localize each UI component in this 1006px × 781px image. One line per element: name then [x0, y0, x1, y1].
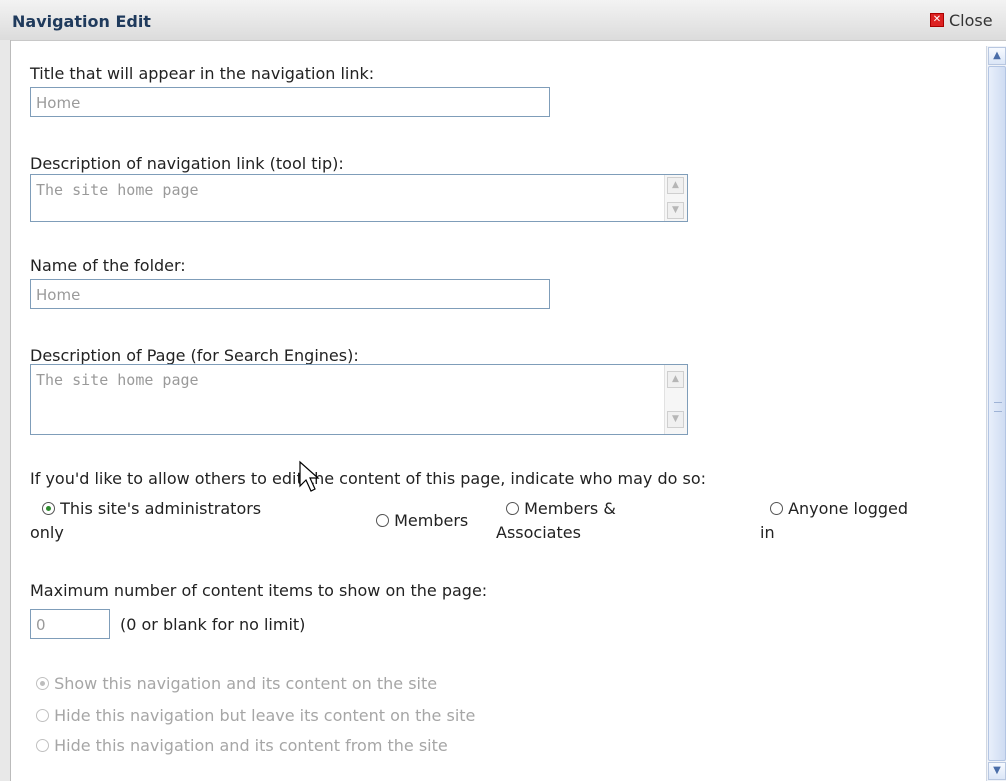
permission-option-anyone[interactable]: Anyone logged in	[760, 497, 908, 545]
chevron-up-icon[interactable]: ▲	[988, 47, 1006, 65]
page-description-value: The site home page	[36, 371, 199, 389]
radio-button[interactable]	[506, 502, 519, 515]
permission-option-label: only	[30, 523, 64, 542]
permission-option-label: Associates	[496, 523, 581, 542]
chevron-down-icon[interactable]: ▼	[667, 411, 684, 428]
folder-input[interactable]: Home	[30, 279, 550, 309]
permission-option-admins[interactable]: This site's administrators only	[30, 497, 261, 545]
tooltip-textarea[interactable]: The site home page ▲ ▼	[30, 174, 688, 222]
page-description-textarea[interactable]: The site home page ▲ ▼	[30, 364, 688, 435]
page-description-label: Description of Page (for Search Engines)…	[30, 346, 359, 365]
chevron-down-icon[interactable]: ▼	[988, 762, 1006, 780]
radio-button[interactable]	[36, 739, 49, 752]
dialog-titlebar: Navigation Edit ✕ Close	[0, 0, 1006, 41]
close-button[interactable]: ✕ Close	[930, 10, 993, 30]
max-items-label: Maximum number of content items to show …	[30, 581, 488, 600]
visibility-option-hide-nav[interactable]: Hide this navigation but leave its conte…	[36, 704, 475, 728]
visibility-option-label: Hide this navigation but leave its conte…	[54, 706, 476, 725]
permissions-label: If you'd like to allow others to edit th…	[30, 469, 706, 488]
close-icon[interactable]: ✕	[930, 13, 944, 27]
radio-button[interactable]	[770, 502, 783, 515]
radio-button[interactable]	[36, 677, 49, 690]
chevron-up-icon[interactable]: ▲	[667, 371, 684, 388]
title-input[interactable]: Home	[30, 87, 550, 117]
chevron-down-icon[interactable]: ▼	[667, 202, 684, 219]
folder-field-label: Name of the folder:	[30, 256, 186, 275]
visibility-option-show[interactable]: Show this navigation and its content on …	[36, 672, 437, 696]
visibility-option-label: Show this navigation and its content on …	[54, 674, 438, 693]
visibility-option-label: Hide this navigation and its content fro…	[54, 736, 448, 755]
radio-button[interactable]	[42, 502, 55, 515]
permission-option-label: Members &	[524, 499, 616, 518]
radio-button[interactable]	[36, 709, 49, 722]
max-items-input[interactable]: 0	[30, 609, 110, 639]
textarea-scrollbar[interactable]: ▲ ▼	[664, 365, 687, 434]
close-label[interactable]: Close	[949, 11, 993, 30]
permission-option-label: in	[760, 523, 775, 542]
dialog-left-edge	[0, 40, 11, 781]
permission-option-label: This site's administrators	[60, 499, 262, 518]
chevron-up-icon[interactable]: ▲	[667, 177, 684, 194]
tooltip-field-label: Description of navigation link (tool tip…	[30, 154, 344, 173]
dialog-title: Navigation Edit	[12, 12, 151, 31]
permission-option-members[interactable]: Members	[376, 509, 468, 533]
scroll-grip-icon	[994, 402, 1002, 412]
permission-option-label: Members	[394, 511, 469, 530]
permission-option-members-associates[interactable]: Members & Associates	[496, 497, 616, 545]
scrollbar-thumb[interactable]	[988, 66, 1006, 761]
title-field-label: Title that will appear in the navigation…	[30, 64, 375, 83]
radio-button[interactable]	[376, 514, 389, 527]
visibility-option-hide-all[interactable]: Hide this navigation and its content fro…	[36, 734, 448, 758]
dialog-scrollbar[interactable]: ▲ ▼	[986, 46, 1006, 781]
mouse-pointer-icon	[299, 460, 320, 492]
tooltip-textarea-value: The site home page	[36, 181, 199, 199]
max-items-hint: (0 or blank for no limit)	[120, 615, 306, 634]
textarea-scrollbar[interactable]: ▲ ▼	[664, 175, 687, 221]
permission-option-label: Anyone logged	[788, 499, 909, 518]
